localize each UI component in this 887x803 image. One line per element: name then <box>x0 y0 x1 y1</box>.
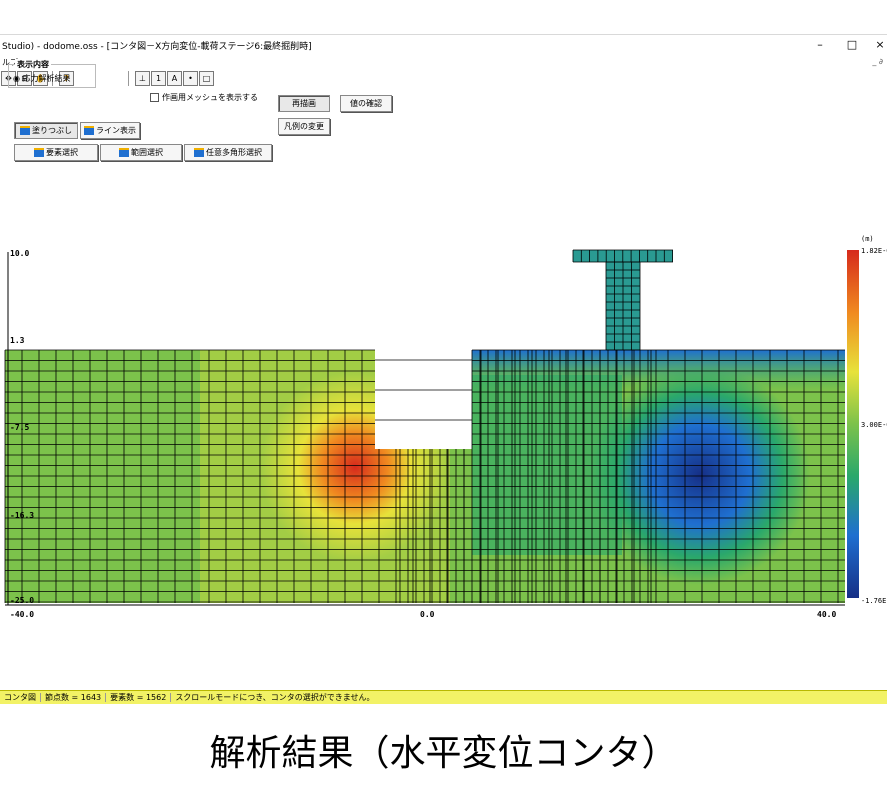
legend-unit: (m) <box>861 235 874 243</box>
y-label-3: -7.5 <box>10 423 29 432</box>
checkbox-icon <box>150 93 159 102</box>
polygon-select-button[interactable]: 任意多角形選択 <box>184 144 272 161</box>
legend-max: 1.82E-0 <box>861 247 887 255</box>
display-content-group: 表示内容 ◉ 応力解析結果 <box>8 59 96 88</box>
line-tab-label: ライン表示 <box>96 126 136 135</box>
status-elements: 要素数 = 1562 <box>106 693 172 702</box>
fill-tab[interactable]: 塗りつぶし <box>14 122 78 139</box>
line-icon <box>84 126 94 135</box>
stress-analysis-radio[interactable]: ◉ 応力解析結果 <box>13 73 71 84</box>
support-icon[interactable]: ⊥ <box>135 71 150 86</box>
mesh-checkbox-label: 作画用メッシュを表示する <box>162 93 258 102</box>
status-mode: コンタ図 <box>0 693 41 702</box>
legend-change-button[interactable]: 凡例の変更 <box>278 118 330 135</box>
y-label-bottom: -25.0 <box>10 596 34 605</box>
text-icon[interactable]: A <box>167 71 182 86</box>
element-select-button[interactable]: 要素選択 <box>14 144 98 161</box>
fill-tab-label: 塗りつぶし <box>31 126 73 135</box>
group-title: 表示内容 <box>15 59 51 70</box>
radio-label: 応力解析結果 <box>22 74 71 83</box>
x-label-left: -40.0 <box>10 610 34 619</box>
x-label-right: 40.0 <box>817 610 836 619</box>
title-bar: Studio) - dodome.oss - [コンタ図－X方向変位-載荷ステー… <box>0 35 887 57</box>
mdi-controls[interactable]: _ ∂ <box>872 57 883 66</box>
line-tab[interactable]: ライン表示 <box>80 122 140 139</box>
y-label-4: -16.3 <box>10 511 34 520</box>
number-icon[interactable]: 1 <box>151 71 166 86</box>
element-select-label: 要素選択 <box>46 148 78 157</box>
element-select-icon <box>34 148 44 157</box>
x-label-center: 0.0 <box>420 610 435 619</box>
polygon-select-label: 任意多角形選択 <box>206 148 262 157</box>
contour-plot: 10.0 1.3 -7.5 -16.3 -25.0 -40.0 0.0 40.0… <box>4 235 887 619</box>
figure-caption: 解析結果（水平変位コンタ） <box>209 733 678 774</box>
y-label-top: 10.0 <box>10 249 29 258</box>
legend-min: -1.76E- <box>861 597 887 605</box>
y-label-2: 1.3 <box>10 336 25 345</box>
legend-mid: 3.00E-0 <box>861 421 887 429</box>
close-button[interactable]: × <box>868 36 887 54</box>
toolbar: ✥ ⊟ ✋ ? ⊥ 1 A • □ <box>0 70 887 88</box>
range-select-button[interactable]: 範囲選択 <box>100 144 182 161</box>
range-select-label: 範囲選択 <box>131 148 163 157</box>
menu-bar: ルプ(H) _ ∂ <box>0 57 887 70</box>
status-bar: コンタ図 節点数 = 1643 要素数 = 1562 スクロールモードにつき、コンタの… <box>0 690 887 704</box>
range-select-icon <box>119 148 129 157</box>
check-value-button[interactable]: 値の確認 <box>340 95 392 112</box>
node-icon[interactable]: • <box>183 71 198 86</box>
rectangle-icon[interactable]: □ <box>199 71 214 86</box>
polygon-select-icon <box>194 148 204 157</box>
maximize-button[interactable]: □ <box>840 36 864 54</box>
legend-colorbar <box>847 250 859 598</box>
toolbar-divider <box>128 71 132 86</box>
status-message: スクロールモードにつき、コンタの選択ができません。 <box>175 693 375 702</box>
fill-icon <box>19 126 30 135</box>
redraw-button[interactable]: 再描画 <box>278 95 330 112</box>
minimize-button[interactable]: – <box>808 36 832 54</box>
window-title: Studio) - dodome.oss - [コンタ図－X方向変位-載荷ステー… <box>2 42 312 52</box>
status-nodes: 節点数 = 1643 <box>41 693 107 702</box>
mesh-checkbox[interactable]: 作画用メッシュを表示する <box>150 92 258 103</box>
